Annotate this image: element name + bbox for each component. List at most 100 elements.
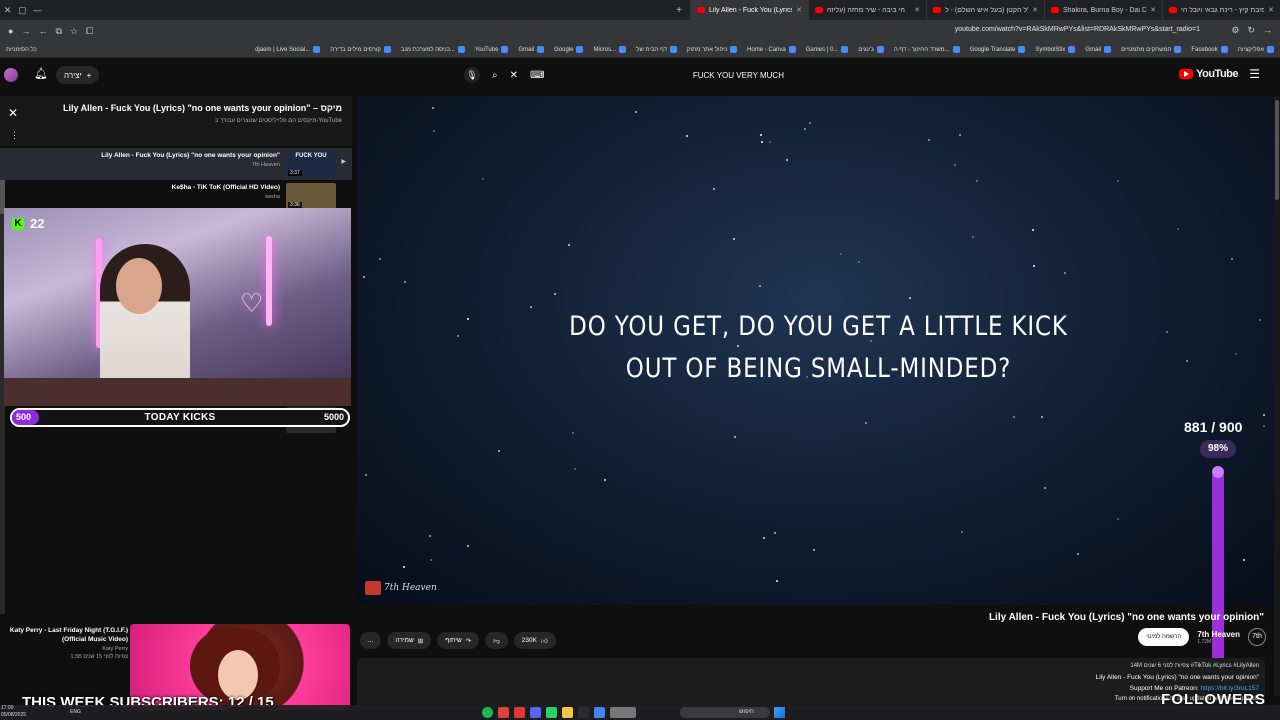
notifications-bell-icon[interactable]: 🔔︎ bbox=[34, 67, 48, 80]
avatar[interactable] bbox=[4, 68, 18, 82]
video-player[interactable]: DO YOU GET, DO YOU GET A LITTLE KICK OUT… bbox=[357, 96, 1280, 605]
bookmark-item[interactable]: ניהול אתר מתוק bbox=[687, 46, 738, 53]
bookmark-item[interactable]: YouTube bbox=[475, 46, 509, 53]
close-tab-icon[interactable]: ✕ bbox=[1268, 6, 1274, 14]
video-title: Lily Allen - Fuck You (Lyrics) "no one w… bbox=[988, 612, 1264, 623]
search-icon[interactable]: ⌕ bbox=[492, 70, 498, 81]
tiktok-icon[interactable] bbox=[578, 707, 589, 718]
bookmark-label: Gmail bbox=[1085, 46, 1102, 53]
bookmark-item[interactable]: Games | 0... bbox=[806, 46, 849, 53]
bookmark-item[interactable]: ג'ינגים bbox=[858, 46, 884, 53]
bookmark-item[interactable]: SymbolStix bbox=[1035, 46, 1076, 53]
back-icon[interactable]: ← bbox=[38, 26, 47, 37]
bookmark-item[interactable]: אפליקציות bbox=[1238, 46, 1274, 53]
language-indicator[interactable]: ENG bbox=[70, 709, 81, 715]
extensions-icon[interactable]: ⧉ bbox=[55, 26, 61, 37]
bookmark-star-icon[interactable]: ☆ bbox=[70, 26, 78, 37]
up-next-meta: Katy Perry - Last Friday Night (T.G.I.F.… bbox=[4, 626, 128, 660]
bookmark-label: כניסה למערכת מנב... bbox=[400, 46, 455, 53]
kicks-progress-bar: 500 TODAY KICKS 5000 bbox=[10, 408, 350, 427]
profile-icon[interactable]: ● bbox=[8, 26, 13, 37]
star bbox=[776, 579, 779, 582]
channel-avatar[interactable]: 7th bbox=[1248, 628, 1266, 646]
like-button[interactable]: 230K 👍︎ bbox=[513, 632, 556, 649]
close-tab-icon[interactable]: ✕ bbox=[1032, 6, 1038, 14]
bookmark-favicon-icon bbox=[619, 46, 627, 53]
taskbar-search[interactable]: חיפוש bbox=[680, 707, 770, 718]
all-bookmarks[interactable]: כל הסימניות bbox=[6, 47, 37, 53]
page-scrollbar[interactable] bbox=[1274, 96, 1280, 696]
forward-icon[interactable]: → bbox=[21, 26, 30, 37]
browser-tab[interactable]: Lily Allen - Fuck You (Lyrics) ✕ bbox=[690, 0, 808, 20]
windows-taskbar: 17:00 05/08/2025 ENG חיפוש bbox=[0, 705, 1280, 720]
spotify-icon[interactable] bbox=[482, 707, 493, 718]
star bbox=[734, 436, 737, 439]
minimize-window-icon[interactable]: — bbox=[30, 5, 45, 15]
bookmark-item[interactable]: djaem | Live Social... bbox=[255, 46, 321, 53]
active-window-icon[interactable] bbox=[610, 707, 636, 718]
browser-icon[interactable] bbox=[594, 707, 605, 718]
channel-watermark[interactable]: 7th Heaven bbox=[365, 581, 437, 595]
url-field[interactable]: youtube.com/watch?v=RAkSkMRwPYs&list=RDR… bbox=[955, 26, 1200, 33]
playlist-item-thumbnail[interactable]: 3:36 bbox=[286, 183, 336, 209]
browser-tab[interactable]: הי ביבה - שיר מחזה (עליזה ✕ bbox=[808, 0, 926, 20]
bookmark-item[interactable]: Google bbox=[554, 46, 584, 53]
browser-tab[interactable]: Shakira, Burna Boy - Dai Dai (O ✕ bbox=[1044, 0, 1162, 20]
windows-start-icon[interactable] bbox=[774, 707, 785, 718]
playlist-item-thumbnail[interactable]: FUCK YOU 3:37 bbox=[286, 151, 336, 177]
close-tab-icon[interactable]: ✕ bbox=[1150, 6, 1156, 14]
star bbox=[803, 128, 806, 131]
bookmark-item[interactable]: Micros... bbox=[593, 46, 627, 53]
taskbar-clock[interactable]: 17:00 05/08/2025 bbox=[1, 705, 26, 719]
star bbox=[432, 130, 435, 133]
reload-icon[interactable]: ↻ bbox=[1247, 25, 1255, 36]
playlist-item[interactable]: Lily Allen - Fuck You (Lyrics) "no one w… bbox=[0, 148, 352, 180]
video-description[interactable]: 14M צפיות לפני 6 שנים #TikTok #Lyrics #L… bbox=[357, 658, 1265, 710]
bookmark-item[interactable]: דף הבית של bbox=[636, 46, 677, 53]
browser-tab[interactable]: כולל הקטן (בעל איש השלם) - ל ✕ bbox=[926, 0, 1044, 20]
clear-search-icon[interactable]: ✕ bbox=[510, 70, 518, 81]
new-tab-button[interactable]: + bbox=[668, 0, 690, 20]
bookmark-label: Home - Canva bbox=[747, 46, 786, 53]
bookmark-item[interactable]: Google Translate bbox=[970, 46, 1026, 53]
discord-icon[interactable] bbox=[530, 707, 541, 718]
microphone-icon[interactable]: 🎙︎ bbox=[464, 67, 480, 83]
share-button[interactable]: שיתוף ↷ bbox=[437, 632, 480, 649]
restore-window-icon[interactable]: ▢ bbox=[15, 5, 30, 16]
close-window-icon[interactable]: ✕ bbox=[0, 5, 15, 16]
thumbnail-face bbox=[218, 650, 258, 700]
tune-icon[interactable]: ⚙ bbox=[1231, 25, 1239, 36]
bookmark-item[interactable]: משרד החינוך - דף ה... bbox=[894, 46, 960, 53]
bookmark-favicon-icon bbox=[1174, 46, 1182, 53]
screenshot-icon[interactable]: ⧠ bbox=[86, 26, 93, 37]
bookmark-item[interactable]: Gmail bbox=[1085, 46, 1112, 53]
folder-icon[interactable] bbox=[562, 707, 573, 718]
search-input[interactable]: FUCK YOU VERY MUCH bbox=[693, 71, 784, 80]
bookmark-item[interactable]: כניסה למערכת מנב... bbox=[401, 46, 465, 53]
create-button[interactable]: יצירה + bbox=[56, 66, 100, 84]
bookmark-item[interactable]: קורסים מילים בדירה bbox=[330, 46, 391, 53]
more-actions-button[interactable]: ... bbox=[360, 632, 382, 649]
close-icon[interactable]: ✕ bbox=[8, 106, 18, 120]
browser-tab[interactable]: מסיבת קיץ - רינת גבאי ויובל הי ✕ bbox=[1162, 0, 1280, 20]
keyboard-icon[interactable]: ⌨ bbox=[530, 70, 544, 81]
hamburger-menu-icon[interactable]: ☰ bbox=[1249, 67, 1260, 81]
dislike-button[interactable]: 👎︎ bbox=[485, 632, 508, 649]
whatsapp-icon[interactable] bbox=[546, 707, 557, 718]
channel-name[interactable]: 7th Heaven bbox=[1197, 630, 1240, 639]
star bbox=[553, 292, 556, 295]
youtube-logo[interactable]: YouTube bbox=[1179, 68, 1238, 80]
page-scroll-thumb[interactable] bbox=[1275, 100, 1279, 200]
save-button[interactable]: שמירה ⊞ bbox=[387, 632, 432, 649]
close-tab-icon[interactable]: ✕ bbox=[796, 6, 802, 14]
subscribe-button[interactable]: הרשמה למינוי bbox=[1138, 628, 1190, 646]
more-options-icon[interactable]: ⋮ bbox=[10, 130, 19, 141]
home-arrow-icon[interactable]: → bbox=[1263, 25, 1272, 36]
bookmark-item[interactable]: Gmail bbox=[518, 46, 545, 53]
youtube-app-icon[interactable] bbox=[514, 707, 525, 718]
close-tab-icon[interactable]: ✕ bbox=[914, 6, 920, 14]
bookmark-item[interactable]: המשחקים מתמטיים bbox=[1121, 46, 1182, 53]
bookmark-item[interactable]: Home - Canva bbox=[747, 46, 796, 53]
chrome-icon[interactable] bbox=[498, 707, 509, 718]
bookmark-item[interactable]: Facebook bbox=[1191, 46, 1228, 53]
